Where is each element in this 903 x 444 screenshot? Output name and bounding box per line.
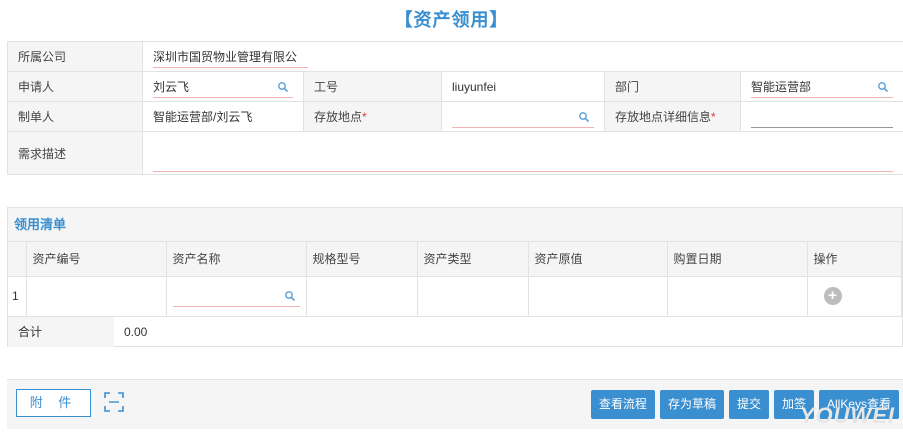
- description-field[interactable]: [153, 138, 894, 172]
- type-cell: [417, 276, 529, 317]
- column-header: [8, 242, 27, 277]
- company-value: 深圳市国贸物业管理有限公: [153, 49, 298, 64]
- job-no-value: liuyunfei: [441, 71, 605, 102]
- submit-button[interactable]: 提交: [728, 390, 769, 419]
- total-label: 合计: [8, 316, 114, 347]
- attach-button[interactable]: 附 件: [16, 389, 91, 417]
- company-label: 所属公司: [7, 41, 143, 72]
- column-header: 资产类型: [417, 242, 529, 277]
- asset-list-section: 领用清单 资产编号 资产名称 规格型号 资产类型 资产原值 购置日期 操作 1: [7, 207, 903, 347]
- date-cell: [667, 276, 808, 317]
- asset-list-title: 领用清单: [8, 208, 902, 242]
- location-label: 存放地点: [314, 110, 363, 124]
- column-header: 规格型号: [306, 242, 418, 277]
- footer-bar: 附 件 查看流程 存为草稿 提交 加签 AllKeys查看 YOUWEI: [7, 379, 903, 429]
- search-icon[interactable]: [284, 290, 296, 302]
- asset-name-field[interactable]: [172, 285, 300, 307]
- asset-no-cell[interactable]: [26, 276, 167, 317]
- column-header: 购置日期: [667, 242, 808, 277]
- required-mark: *: [711, 110, 716, 124]
- table-header-row: 资产编号 资产名称 规格型号 资产类型 资产原值 购置日期 操作: [8, 242, 902, 277]
- column-header: 操作: [807, 242, 902, 277]
- asset-list-table: 资产编号 资产名称 规格型号 资产类型 资产原值 购置日期 操作 1 +: [8, 242, 902, 317]
- location-detail-label: 存放地点详细信息: [615, 110, 712, 124]
- watermark: YOUWEI: [799, 403, 895, 428]
- column-header: 资产原值: [528, 242, 668, 277]
- total-value: 0.00: [124, 324, 148, 339]
- save-draft-button[interactable]: 存为草稿: [659, 390, 724, 419]
- creator-label: 制单人: [7, 101, 143, 132]
- column-header: 资产编号: [26, 242, 167, 277]
- applicant-value: 刘云飞: [153, 79, 190, 94]
- table-row: 1 +: [8, 276, 902, 317]
- location-detail-field[interactable]: [751, 106, 894, 128]
- total-row: 合计 0.00: [8, 316, 902, 347]
- search-icon[interactable]: [877, 81, 889, 93]
- add-circle-icon[interactable]: +: [823, 287, 842, 305]
- company-field[interactable]: 深圳市国贸物业管理有限公: [153, 46, 308, 68]
- department-value: 智能运营部: [751, 79, 812, 94]
- row-index: 1: [8, 276, 27, 317]
- column-header: 资产名称: [166, 242, 307, 277]
- job-no-label: 工号: [303, 71, 442, 102]
- description-label: 需求描述: [7, 131, 143, 175]
- location-field[interactable]: [452, 106, 594, 128]
- creator-value: 智能运营部/刘云飞: [142, 101, 304, 132]
- value-cell: [528, 276, 668, 317]
- spec-cell: [306, 276, 418, 317]
- department-field[interactable]: 智能运营部: [751, 76, 894, 98]
- view-process-button[interactable]: 查看流程: [590, 390, 655, 419]
- search-icon[interactable]: [277, 81, 289, 93]
- required-mark: *: [362, 110, 367, 124]
- applicant-field[interactable]: 刘云飞: [153, 76, 293, 98]
- department-label: 部门: [604, 71, 741, 102]
- asset-form: 所属公司 深圳市国贸物业管理有限公 申请人 刘云飞 工号 liuyunfei 部…: [7, 41, 903, 175]
- applicant-label: 申请人: [7, 71, 143, 102]
- expand-icon[interactable]: [103, 391, 125, 413]
- page-title: 【资产领用】: [394, 10, 509, 30]
- search-icon[interactable]: [578, 111, 590, 123]
